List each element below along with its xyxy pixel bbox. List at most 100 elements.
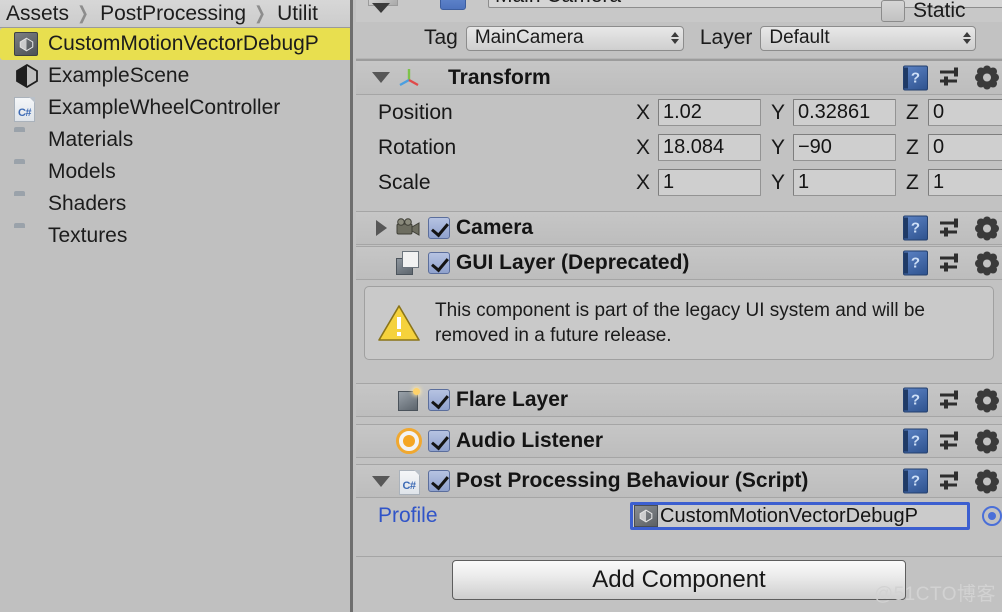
csharp-script-icon: C# [14,96,40,122]
list-item-custommotionvectordebugprofile[interactable]: CustomMotionVectorDebugP [0,28,350,60]
axis-x-label: X [636,170,651,194]
gear-icon[interactable] [976,389,998,411]
breadcrumb-item-postprocessing[interactable]: PostProcessing [96,2,250,26]
help-icon[interactable]: ? [903,250,928,276]
preset-icon[interactable] [940,470,964,492]
component-title: Audio Listener [456,429,604,452]
component-header-flare-layer[interactable]: Flare Layer ? [356,383,1002,417]
inspector-panel: ✓ Main Camera Static Tag MainCamera Laye… [356,0,1002,612]
preset-icon[interactable] [940,217,964,239]
transform-row-scale: Scale X 1 Y 1 Z 1 [356,165,1002,200]
position-y-field[interactable]: 0.32861 [793,99,896,126]
preset-icon[interactable] [940,430,964,452]
layer-dropdown[interactable]: Default [760,25,977,51]
gui-layer-icon [394,251,424,275]
list-item-textures[interactable]: Textures [0,220,350,252]
gear-icon[interactable] [976,217,998,239]
axis-x-label: X [636,100,651,124]
rotation-z-field[interactable]: 0 [928,134,1002,161]
layer-label: Layer [699,26,753,49]
gui-layer-enabled-checkbox[interactable] [428,252,450,274]
tag-label: Tag [424,26,458,49]
foldout-camera[interactable] [368,220,394,236]
scale-label: Scale [378,170,431,194]
scale-y-field[interactable]: 1 [793,169,896,196]
component-header-post-processing-behaviour[interactable]: C# Post Processing Behaviour (Script) ? [356,464,1002,498]
profile-object-field[interactable]: CustomMotionVectorDebugP [630,502,970,530]
breadcrumb: Assets ❯ PostProcessing ❯ Utilit [0,0,350,28]
component-header-transform[interactable]: Transform ? [356,61,1002,95]
breadcrumb-item-utilities[interactable]: Utilit [273,2,322,26]
help-icon[interactable]: ? [903,428,928,454]
preset-icon[interactable] [940,252,964,274]
help-icon[interactable]: ? [903,65,928,90]
rotation-y-field[interactable]: −90 [793,134,896,161]
position-x-field[interactable]: 1.02 [658,99,761,126]
unity-scene-icon [14,63,40,89]
breadcrumb-item-assets[interactable]: Assets [2,2,73,26]
list-item-shaders[interactable]: Shaders [0,188,350,220]
object-picker-icon[interactable] [982,506,1002,526]
static-toggle[interactable]: Static [881,0,966,23]
flare-layer-enabled-checkbox[interactable] [428,389,450,411]
watermark: @51CTO博客 [873,584,996,605]
help-icon[interactable]: ? [903,387,928,413]
folder-icon [14,224,40,248]
list-item-label: Shaders [48,192,127,215]
list-item-materials[interactable]: Materials [0,124,350,156]
tag-dropdown[interactable]: MainCamera [465,25,684,51]
component-title: GUI Layer (Deprecated) [456,251,690,274]
list-item-examplescene[interactable]: ExampleScene [0,60,350,92]
unity-asset-icon [14,32,40,56]
position-z-field[interactable]: 0 [928,99,1002,126]
rotation-x-field[interactable]: 18.084 [658,134,761,161]
rotation-label: Rotation [378,135,457,159]
help-icon[interactable]: ? [903,215,928,241]
gear-icon[interactable] [976,252,998,274]
static-checkbox[interactable] [881,0,905,22]
axis-y-label: Y [771,135,786,159]
component-header-gui-layer[interactable]: GUI Layer (Deprecated) ? [356,246,1002,280]
list-item-label: Textures [48,224,128,247]
layer-value: Default [769,27,830,48]
transform-row-rotation: Rotation X 18.084 Y −90 Z 0 [356,130,1002,165]
gear-icon[interactable] [976,470,998,492]
post-processing-enabled-checkbox[interactable] [428,470,450,492]
preset-icon[interactable] [940,389,964,411]
add-component-button[interactable]: Add Component [452,560,906,600]
gameobject-header: ✓ Main Camera Static [356,0,1002,22]
list-item-examplewheelcontroller[interactable]: C# ExampleWheelController [0,92,350,124]
component-transform: Transform ? Position X 1.02 Y 0.32861 Z … [356,61,1002,200]
component-flare-layer: Flare Layer ? [356,383,1002,417]
chevron-updown-icon [953,32,972,44]
gear-icon[interactable] [976,430,998,452]
gameobject-active-checkbox[interactable]: ✓ [440,0,466,10]
scale-x-field[interactable]: 1 [658,169,761,196]
list-item-models[interactable]: Models [0,156,350,188]
axis-z-label: Z [906,135,919,159]
folder-icon [14,160,40,184]
gear-icon[interactable] [976,67,998,89]
component-tools-flare-layer: ? [903,387,998,413]
static-label: Static [913,0,966,22]
audio-listener-enabled-checkbox[interactable] [428,430,450,452]
foldout-post-processing[interactable] [368,475,394,487]
component-title: Flare Layer [456,388,569,411]
camera-enabled-checkbox[interactable] [428,217,450,239]
warning-help-box: This component is part of the legacy UI … [364,286,994,360]
axis-y-label: Y [771,170,786,194]
scale-z-field[interactable]: 1 [928,169,1002,196]
prefab-dropdown-arrow-icon [372,3,390,13]
profile-value: CustomMotionVectorDebugP [660,504,918,527]
preset-icon[interactable] [940,67,964,89]
axis-y-label: Y [771,100,786,124]
foldout-transform[interactable] [368,72,394,83]
component-header-audio-listener[interactable]: Audio Listener ? [356,424,1002,458]
component-title: Transform [448,65,551,89]
camera-icon [394,218,424,238]
profile-label[interactable]: Profile [378,504,630,528]
folder-icon [14,128,40,152]
help-icon[interactable]: ? [903,468,928,494]
unity-asset-icon [634,505,658,527]
component-header-camera[interactable]: Camera ? [356,211,1002,245]
